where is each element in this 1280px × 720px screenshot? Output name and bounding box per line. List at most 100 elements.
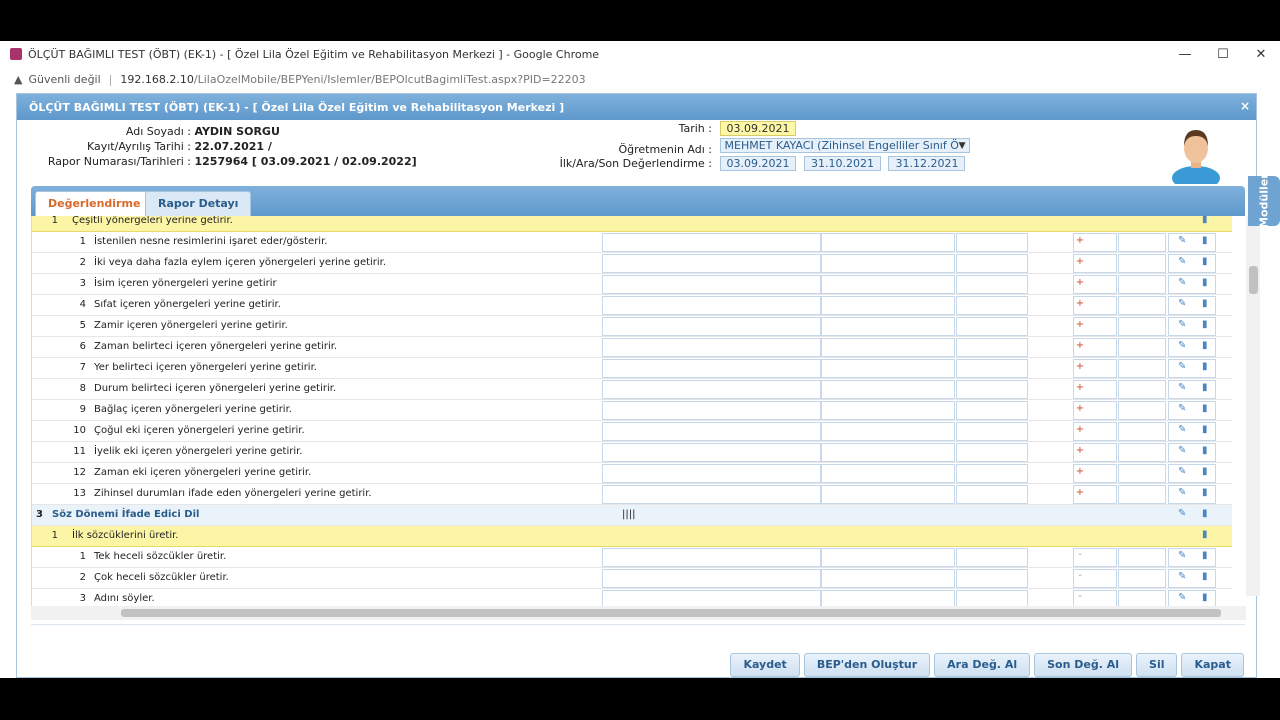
score-cell[interactable] xyxy=(1168,233,1216,252)
dash-icon[interactable]: - xyxy=(1058,570,1102,581)
edit-icon[interactable]: ✎ xyxy=(1178,550,1186,561)
score-cell[interactable] xyxy=(1168,548,1216,567)
edit-icon[interactable]: ✎ xyxy=(1178,277,1186,288)
maximize-button[interactable]: ☐ xyxy=(1204,47,1242,62)
edit-icon[interactable]: ✎ xyxy=(1178,319,1186,330)
score-cell[interactable] xyxy=(956,422,1028,441)
horizontal-scrollbar[interactable] xyxy=(31,606,1246,620)
trash-icon[interactable]: ▮ xyxy=(1202,445,1208,456)
score-cell[interactable] xyxy=(956,485,1028,504)
edit-icon[interactable]: ✎ xyxy=(1178,361,1186,372)
score-cell[interactable] xyxy=(956,590,1028,606)
close-button[interactable]: Kapat xyxy=(1181,653,1244,677)
teacher-select[interactable]: MEHMET KAYACI (Zihinsel Engelliler Sınıf… xyxy=(719,138,970,153)
score-cell[interactable] xyxy=(821,296,955,315)
trash-icon[interactable]: ▮ xyxy=(1202,529,1208,540)
score-cell[interactable] xyxy=(1168,338,1216,357)
trash-icon[interactable]: ▮ xyxy=(1202,592,1208,603)
score-cell[interactable] xyxy=(1118,317,1166,336)
trash-icon[interactable]: ▮ xyxy=(1202,403,1208,414)
url-path[interactable]: /LilaOzelMobile/BEPYeni/Islemler/BEPOlcu… xyxy=(194,73,586,86)
trash-icon[interactable]: ▮ xyxy=(1202,550,1208,561)
score-cell[interactable] xyxy=(1118,548,1166,567)
get-last-eval-button[interactable]: Son Değ. Al xyxy=(1034,653,1133,677)
horizontal-scroll-thumb[interactable] xyxy=(121,609,1221,617)
score-cell[interactable] xyxy=(602,443,821,462)
edit-icon[interactable]: ✎ xyxy=(1178,298,1186,309)
last-eval-date[interactable]: 31.12.2021 xyxy=(888,156,966,171)
score-cell[interactable] xyxy=(956,338,1028,357)
score-cell[interactable] xyxy=(821,590,955,606)
edit-icon[interactable]: ✎ xyxy=(1178,487,1186,498)
date-field[interactable]: 03.09.2021 xyxy=(719,121,797,136)
warning-icon[interactable]: ▲ xyxy=(14,73,22,86)
score-cell[interactable] xyxy=(821,338,955,357)
score-cell[interactable] xyxy=(602,548,821,567)
add-icon[interactable]: + xyxy=(1058,445,1102,456)
trash-icon[interactable]: ▮ xyxy=(1202,361,1208,372)
trash-icon[interactable]: ▮ xyxy=(1202,340,1208,351)
edit-icon[interactable]: ✎ xyxy=(1178,235,1186,246)
add-icon[interactable]: + xyxy=(1058,424,1102,435)
vertical-scrollbar[interactable] xyxy=(1246,216,1260,596)
score-cell[interactable] xyxy=(956,569,1028,588)
first-eval-date[interactable]: 03.09.2021 xyxy=(719,156,797,171)
edit-icon[interactable]: ✎ xyxy=(1178,424,1186,435)
add-icon[interactable]: + xyxy=(1058,319,1102,330)
add-icon[interactable]: + xyxy=(1058,487,1102,498)
tab-rapor-detayi[interactable]: Rapor Detayı xyxy=(145,191,252,216)
edit-icon[interactable]: ✎ xyxy=(1178,256,1186,267)
url-host[interactable]: 192.168.2.10 xyxy=(120,73,193,86)
score-cell[interactable] xyxy=(1168,443,1216,462)
mid-eval-date[interactable]: 31.10.2021 xyxy=(803,156,881,171)
score-cell[interactable] xyxy=(821,485,955,504)
trash-icon[interactable]: ▮ xyxy=(1202,319,1208,330)
score-cell[interactable] xyxy=(1168,569,1216,588)
create-from-bep-button[interactable]: BEP'den Oluştur xyxy=(803,653,931,677)
score-cell[interactable] xyxy=(602,401,821,420)
score-cell[interactable] xyxy=(1168,380,1216,399)
score-cell[interactable] xyxy=(1168,359,1216,378)
score-cell[interactable] xyxy=(956,317,1028,336)
modules-side-tab[interactable]: Modüller xyxy=(1248,174,1280,228)
score-cell[interactable] xyxy=(1118,569,1166,588)
score-cell[interactable] xyxy=(602,422,821,441)
score-cell[interactable] xyxy=(956,233,1028,252)
trash-icon[interactable]: ▮ xyxy=(1202,424,1208,435)
score-cell[interactable] xyxy=(956,275,1028,294)
trash-icon[interactable]: ▮ xyxy=(1202,277,1208,288)
score-cell[interactable] xyxy=(1118,359,1166,378)
trash-icon[interactable]: ▮ xyxy=(1202,382,1208,393)
score-cell[interactable] xyxy=(956,380,1028,399)
score-cell[interactable] xyxy=(821,380,955,399)
edit-icon[interactable]: ✎ xyxy=(1178,445,1186,456)
score-cell[interactable] xyxy=(821,422,955,441)
trash-icon[interactable]: ▮ xyxy=(1202,466,1208,477)
add-icon[interactable]: + xyxy=(1058,382,1102,393)
score-cell[interactable] xyxy=(1168,254,1216,273)
score-cell[interactable] xyxy=(1118,485,1166,504)
score-cell[interactable] xyxy=(602,590,821,606)
score-cell[interactable] xyxy=(1168,590,1216,606)
dialog-close-icon[interactable]: × xyxy=(1240,99,1250,113)
vertical-scroll-thumb[interactable] xyxy=(1249,266,1258,294)
score-cell[interactable] xyxy=(1168,275,1216,294)
add-icon[interactable]: + xyxy=(1058,235,1102,246)
score-cell[interactable] xyxy=(1168,422,1216,441)
score-cell[interactable] xyxy=(602,464,821,483)
edit-icon[interactable]: ✎ xyxy=(1178,403,1186,414)
score-cell[interactable] xyxy=(1118,275,1166,294)
score-cell[interactable] xyxy=(1118,338,1166,357)
score-cell[interactable] xyxy=(1118,233,1166,252)
get-mid-eval-button[interactable]: Ara Değ. Al xyxy=(934,653,1031,677)
score-cell[interactable] xyxy=(821,443,955,462)
score-cell[interactable] xyxy=(602,254,821,273)
score-cell[interactable] xyxy=(1118,296,1166,315)
add-icon[interactable]: + xyxy=(1058,361,1102,372)
score-cell[interactable] xyxy=(1168,464,1216,483)
trash-icon[interactable]: ▮ xyxy=(1202,235,1208,246)
add-icon[interactable]: + xyxy=(1058,256,1102,267)
score-cell[interactable] xyxy=(602,338,821,357)
score-cell[interactable] xyxy=(956,296,1028,315)
score-cell[interactable] xyxy=(1118,422,1166,441)
